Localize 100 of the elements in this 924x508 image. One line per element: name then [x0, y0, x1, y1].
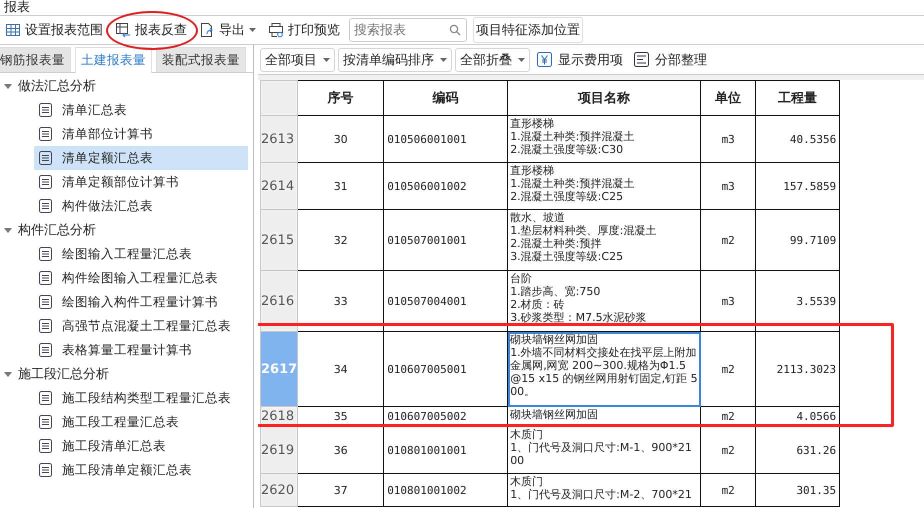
search-field[interactable]: 搜索报表: [349, 18, 467, 42]
report-icon: [39, 343, 52, 357]
table-cell: 010607005001: [384, 332, 508, 406]
report-tab[interactable]: 土建报表量: [75, 47, 152, 73]
table-icon: [5, 22, 21, 38]
toolbar-button[interactable]: 报表反查: [112, 19, 190, 41]
report-tab[interactable]: 装配式报表量: [156, 47, 246, 72]
tree-group-label[interactable]: 构件汇总分析: [18, 221, 96, 239]
report-list-item[interactable]: 施工段清单定额汇总表: [34, 458, 248, 482]
report-list-item[interactable]: 清单定额部位计算书: [34, 170, 248, 194]
table-cell: 木质门 1、门代号及洞口尺寸:M-2、700*21: [508, 474, 701, 506]
dropdown[interactable]: 全部项目: [260, 48, 335, 72]
column-header: 单位: [700, 80, 756, 116]
table-cell: 2113.3023: [756, 332, 840, 406]
table-cell: 157.5859: [756, 162, 840, 210]
report-list-item[interactable]: 清单部位计算书: [34, 122, 248, 146]
report-list-item[interactable]: 清单汇总表: [34, 98, 248, 122]
table-cell: m2: [700, 332, 756, 406]
report-icon: [39, 295, 52, 309]
table-cell: 010507001001: [384, 210, 508, 270]
dropdown[interactable]: 全部折叠: [455, 48, 530, 72]
report-icon: [39, 391, 52, 405]
report-icon: [39, 103, 52, 117]
column-header: 编码: [384, 80, 508, 116]
report-list-item[interactable]: 绘图输入工程量汇总表: [34, 242, 248, 266]
table-cell: m2: [700, 210, 756, 270]
table-cell: m2: [700, 426, 756, 474]
report-icon: [39, 271, 52, 285]
report-list-item[interactable]: 施工段结构类型工程量汇总表: [34, 386, 248, 410]
setting-label[interactable]: 项目特征添加位置: [473, 17, 583, 43]
table-cell: 40.5356: [756, 116, 840, 162]
report-icon: [39, 199, 52, 213]
table-cell: 631.26: [756, 426, 840, 474]
table-cell: m2: [700, 474, 756, 506]
report-icon: [39, 151, 52, 165]
table-cell: m3: [700, 162, 756, 210]
table-cell: 3.5539: [756, 270, 840, 332]
report-icon: [39, 175, 52, 189]
toolbar-button[interactable]: 分部整理: [630, 50, 711, 68]
table-cell: 33: [298, 270, 384, 332]
table-cell: 010507004001: [384, 270, 508, 332]
table-cell: 37: [298, 474, 384, 506]
expanded-triangle-icon[interactable]: [4, 82, 12, 90]
table-cell: 31: [298, 162, 384, 210]
tree-group-label[interactable]: 做法汇总分析: [18, 77, 96, 95]
caret-icon: [518, 58, 525, 62]
window-title: 报表: [4, 1, 31, 14]
column-header: 项目名称: [508, 80, 701, 116]
table-cell: 砌块墙钢丝网加固: [508, 406, 701, 426]
menu-button[interactable]: 导出: [196, 19, 259, 41]
toolbar-button[interactable]: 设置报表范围: [2, 19, 106, 41]
table-cell: 010506001002: [384, 162, 508, 210]
report-list-item[interactable]: 绘图输入构件工程量计算书: [34, 290, 248, 314]
column-header: 工程量: [756, 80, 840, 116]
table-cell: 010506001001: [384, 116, 508, 162]
table-cell: 直形楼梯 1.混凝土种类:预拌混凝土 2.混凝土强度等级:C25: [508, 162, 701, 210]
table-cell: 砌块墙钢丝网加固 1.外墙不同材料交接处在找平层上附加金属网,网宽 200~300.规格为Φ1.5 @15 x15 的钢丝网用射钉固定,钉距 500。: [508, 332, 701, 406]
report-list-item[interactable]: 施工段清单汇总表: [34, 434, 248, 458]
tree-group-label[interactable]: 施工段汇总分析: [18, 365, 109, 383]
document-arrow-icon: [199, 22, 215, 38]
table-cell: 34: [298, 332, 384, 406]
table-cell: 台阶 1.踏步高、宽:750 2.材质：砖 3.砂浆类型：M7.5水泥砂浆: [508, 270, 701, 332]
dropdown[interactable]: 按清单编码排序: [338, 48, 452, 72]
report-icon: [39, 415, 52, 429]
search-icon: [449, 24, 461, 36]
report-list-item[interactable]: 施工段工程量汇总表: [34, 410, 248, 434]
toolbar-button[interactable]: 显示费用项: [533, 50, 627, 68]
table-cell: 32: [298, 210, 384, 270]
row-number[interactable]: 2613: [260, 116, 298, 162]
list-icon: [634, 52, 649, 67]
report-icon: [39, 247, 52, 261]
report-icon: [39, 463, 52, 477]
expanded-triangle-icon[interactable]: [4, 370, 12, 378]
row-number[interactable]: 2615: [260, 210, 298, 270]
table-cell: 木质门 1、门代号及洞口尺寸:M-1、900*2100: [508, 426, 701, 474]
table-cell: 010801001001: [384, 426, 508, 474]
report-list-item[interactable]: 构件绘图输入工程量汇总表: [34, 266, 248, 290]
table-cell: m3: [700, 116, 756, 162]
table-cell: 301.35: [756, 474, 840, 506]
table-cell: 散水、坡道 1.垫层材料种类、厚度:混凝土 2.混凝土种类:预拌 3.混凝土强度等级:C25: [508, 210, 701, 270]
table-cell: 直形楼梯 1.混凝土种类:预拌混凝土 2.混凝土强度等级:C30: [508, 116, 701, 162]
table-cell: 010801001002: [384, 474, 508, 506]
table-cell: m3: [700, 270, 756, 332]
report-list-item[interactable]: 清单定额汇总表: [34, 146, 248, 170]
report-list-item[interactable]: 构件做法汇总表: [34, 194, 248, 218]
row-number[interactable]: 2619: [260, 426, 298, 474]
report-list-item[interactable]: 高强节点混凝土工程量汇总表: [34, 314, 248, 338]
yen-icon: [537, 52, 552, 67]
row-number[interactable]: 2616: [260, 270, 298, 332]
row-number[interactable]: 2614: [260, 162, 298, 210]
report-list-item[interactable]: 表格算量工程量计算书: [34, 338, 248, 362]
caret-icon: [323, 58, 330, 62]
report-icon: [39, 319, 52, 333]
report-tab[interactable]: 钢筋报表量: [0, 47, 71, 72]
table-cell: 30: [298, 116, 384, 162]
report-icon: [39, 127, 52, 141]
row-number[interactable]: 2620: [260, 474, 298, 506]
expanded-triangle-icon[interactable]: [4, 226, 12, 234]
toolbar-button[interactable]: 打印预览: [265, 19, 343, 41]
report-icon: [39, 439, 52, 453]
